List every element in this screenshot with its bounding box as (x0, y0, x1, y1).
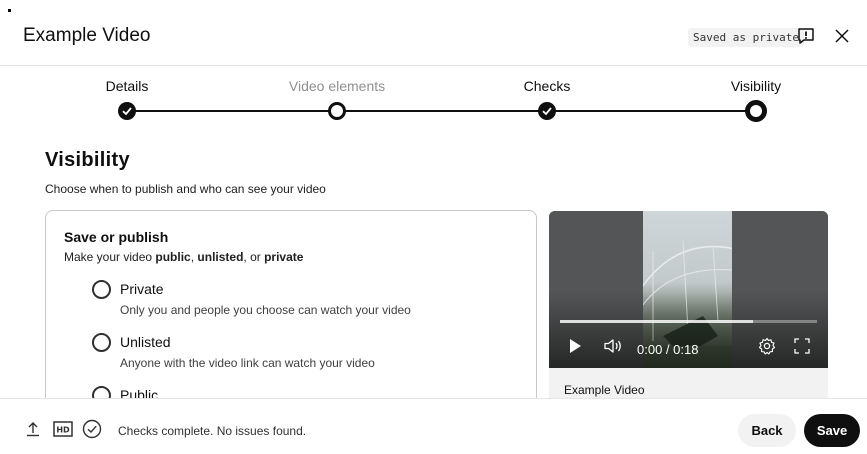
play-icon[interactable] (565, 336, 585, 356)
video-progress-fill (560, 320, 753, 323)
video-caption-title: Example Video (564, 383, 645, 397)
radio-label[interactable]: Private (120, 281, 164, 297)
dialog-footer: HD Checks complete. No issues found. Bac… (0, 398, 867, 454)
dialog-header: Example Video Saved as private (0, 0, 867, 66)
step-current-dot[interactable] (745, 100, 767, 122)
fullscreen-icon[interactable] (792, 336, 812, 356)
svg-text:HD: HD (56, 426, 70, 435)
radio-label[interactable]: Unlisted (120, 334, 171, 350)
video-time: 0:00 / 0:18 (637, 342, 699, 357)
check-circle-icon (82, 419, 102, 439)
hd-icon: HD (53, 420, 73, 438)
upload-icon (24, 420, 42, 438)
radio-description: Only you and people you choose can watch… (120, 303, 411, 317)
section-subtitle: Choose when to publish and who can see y… (45, 182, 326, 196)
close-icon[interactable] (830, 24, 854, 48)
step-label-checks[interactable]: Checks (477, 78, 617, 94)
step-pending-dot[interactable] (328, 102, 346, 120)
video-progress-bar[interactable] (560, 320, 817, 323)
checks-status-text: Checks complete. No issues found. (118, 424, 307, 438)
save-button[interactable]: Save (804, 414, 860, 447)
section-title: Visibility (45, 149, 130, 171)
dialog-title: Example Video (23, 25, 151, 46)
settings-icon[interactable] (757, 336, 777, 356)
saved-status-badge: Saved as private (688, 28, 804, 47)
save-or-publish-card: Save or publish Make your video public, … (45, 210, 537, 410)
progress-stepper: Details Video elements Checks Visibility (0, 66, 867, 126)
step-label-video-elements[interactable]: Video elements (267, 78, 407, 94)
radio-description: Anyone with the video link can watch you… (120, 356, 375, 370)
feedback-icon[interactable] (794, 24, 818, 48)
card-title: Save or publish (64, 229, 169, 245)
step-label-details[interactable]: Details (57, 78, 197, 94)
step-check-icon[interactable] (118, 102, 136, 120)
volume-icon[interactable] (602, 336, 624, 356)
stepper-track (127, 110, 756, 112)
video-preview[interactable]: 0:00 / 0:18 (549, 211, 828, 368)
step-label-visibility[interactable]: Visibility (686, 78, 826, 94)
radio-button[interactable] (92, 280, 111, 299)
step-check-icon[interactable] (538, 102, 556, 120)
back-button[interactable]: Back (738, 414, 796, 447)
card-description: Make your video public, unlisted, or pri… (64, 250, 304, 264)
radio-button[interactable] (92, 333, 111, 352)
